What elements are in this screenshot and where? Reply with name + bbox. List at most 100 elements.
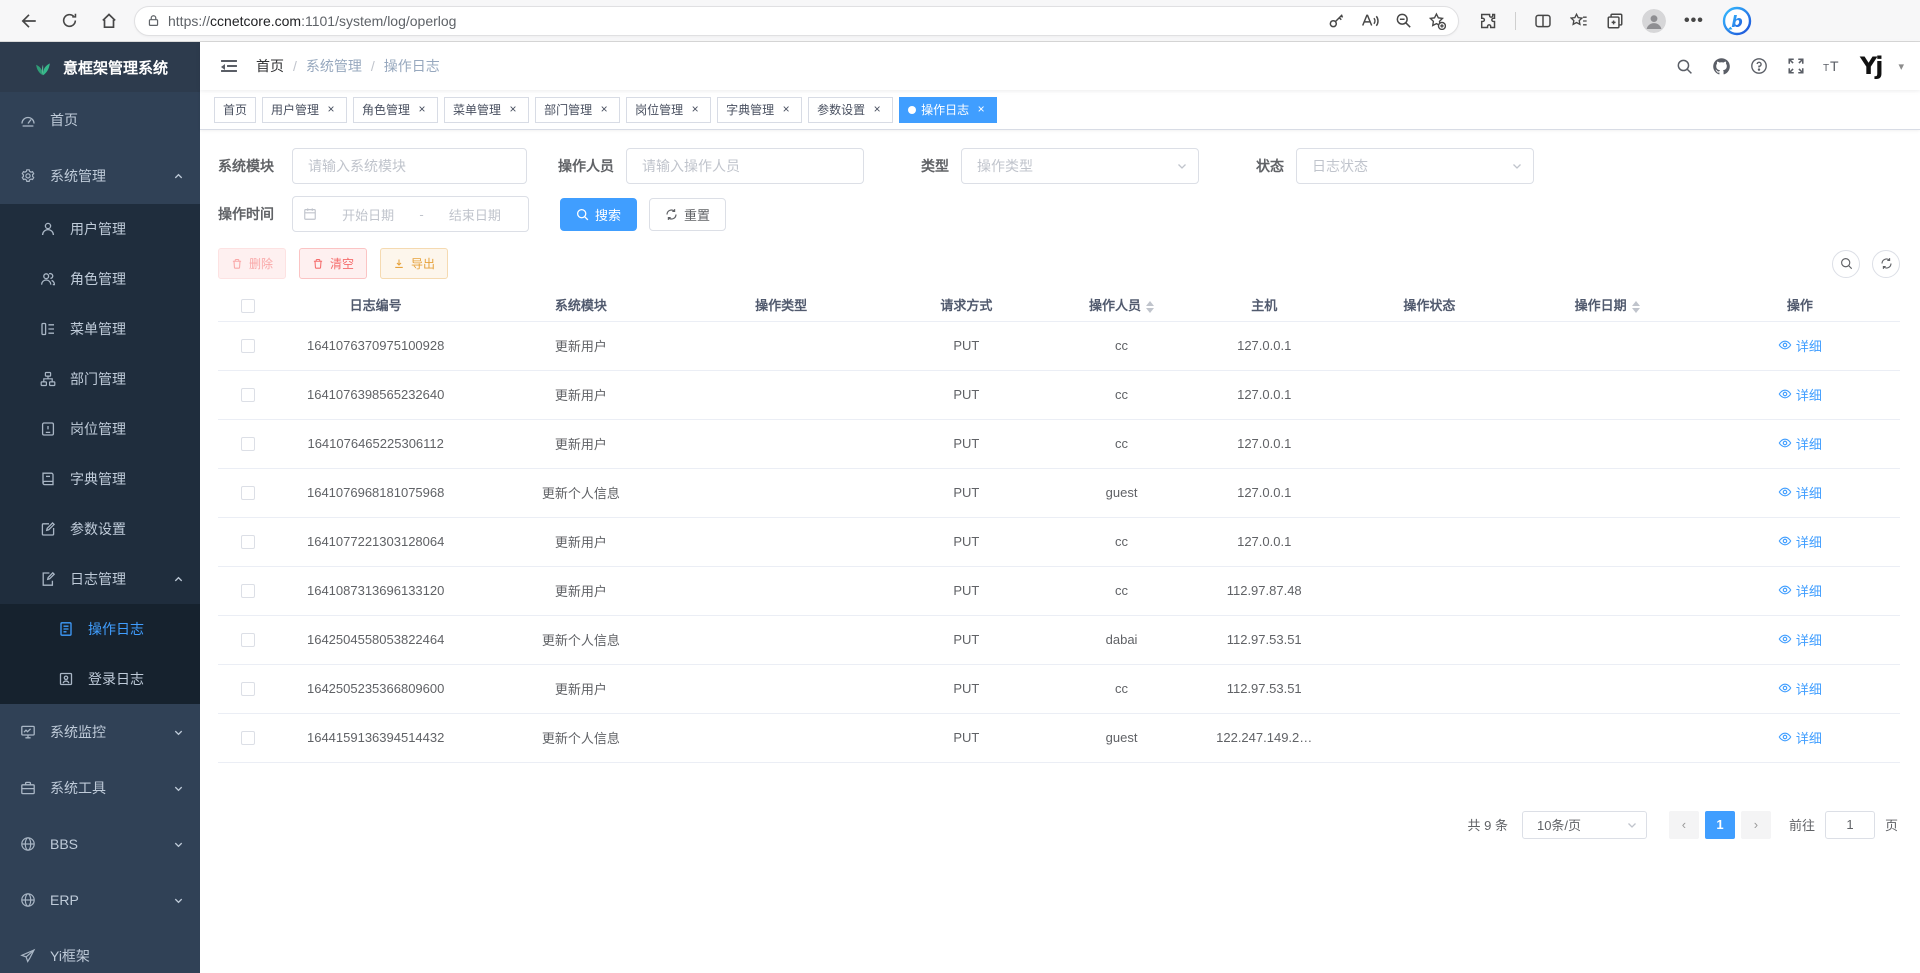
row-checkbox[interactable] <box>241 339 255 353</box>
sidebar-item-home[interactable]: 首页 <box>0 92 200 148</box>
module-input[interactable] <box>292 148 527 184</box>
tag-close-icon[interactable]: × <box>688 103 702 117</box>
sidebar-item-menu-mgmt[interactable]: 菜单管理 <box>0 304 200 354</box>
detail-link[interactable]: 详细 <box>1778 532 1822 551</box>
fullscreen-icon[interactable] <box>1786 56 1806 76</box>
row-checkbox[interactable] <box>241 682 255 696</box>
sidebar-item-role-mgmt[interactable]: 角色管理 <box>0 254 200 304</box>
row-checkbox[interactable] <box>241 633 255 647</box>
detail-link[interactable]: 详细 <box>1778 434 1822 453</box>
sidebar-item-dict-mgmt[interactable]: 字典管理 <box>0 454 200 504</box>
status-select[interactable]: 日志状态 <box>1296 148 1534 184</box>
sidebar-item-system[interactable]: 系统管理 <box>0 148 200 204</box>
detail-link[interactable]: 详细 <box>1778 630 1822 649</box>
browser-menu-icon[interactable]: ••• <box>1684 12 1704 30</box>
sidebar-item-tools[interactable]: 系统工具 <box>0 760 200 816</box>
sidebar-item-yi-framework[interactable]: Yi框架 <box>0 928 200 973</box>
row-checkbox[interactable] <box>241 388 255 402</box>
breadcrumb-system[interactable]: 系统管理 <box>306 56 362 76</box>
tag-item[interactable]: 首页 <box>214 97 256 123</box>
sort-caret-icon[interactable] <box>1632 301 1640 313</box>
tag-item[interactable]: 菜单管理 × <box>444 97 529 123</box>
font-size-icon[interactable]: TT <box>1823 56 1843 76</box>
tag-close-icon[interactable]: × <box>597 103 611 117</box>
show-search-toggle-icon[interactable] <box>1832 250 1860 278</box>
breadcrumb-home[interactable]: 首页 <box>256 56 284 76</box>
extensions-icon[interactable] <box>1479 12 1497 30</box>
type-select[interactable]: 操作类型 <box>961 148 1199 184</box>
user-logo-avatar[interactable]: Yj <box>1860 52 1882 80</box>
app-logo[interactable]: 意框架管理系统 <box>0 42 200 92</box>
tag-item[interactable]: 角色管理 × <box>353 97 438 123</box>
user-menu-caret-icon[interactable]: ▾ <box>1898 60 1904 73</box>
row-checkbox[interactable] <box>241 437 255 451</box>
reset-button[interactable]: 重置 <box>649 198 726 231</box>
sidebar-item-post-mgmt[interactable]: 岗位管理 <box>0 404 200 454</box>
tag-item[interactable]: 部门管理 × <box>535 97 620 123</box>
favorites-icon[interactable] <box>1570 12 1588 30</box>
row-checkbox[interactable] <box>241 535 255 549</box>
select-all-checkbox[interactable] <box>241 299 255 313</box>
browser-back-button[interactable] <box>14 6 44 36</box>
zoom-out-icon[interactable] <box>1395 12 1412 29</box>
detail-link[interactable]: 详细 <box>1778 581 1822 600</box>
row-checkbox[interactable] <box>241 584 255 598</box>
sidebar-item-login-log[interactable]: 登录日志 <box>0 654 200 704</box>
clear-button[interactable]: 清空 <box>299 248 367 279</box>
bing-chat-icon[interactable]: b <box>1722 6 1752 36</box>
next-page-button[interactable]: › <box>1741 811 1771 839</box>
tag-close-icon[interactable]: × <box>415 103 429 117</box>
tag-close-icon[interactable]: × <box>324 103 338 117</box>
detail-link[interactable]: 详细 <box>1778 483 1822 502</box>
password-key-icon[interactable] <box>1328 12 1345 29</box>
add-favorite-icon[interactable] <box>1428 12 1446 30</box>
sidebar-item-param-settings[interactable]: 参数设置 <box>0 504 200 554</box>
browser-refresh-button[interactable] <box>54 6 84 36</box>
sidebar-item-erp[interactable]: ERP <box>0 872 200 928</box>
refresh-table-icon[interactable] <box>1872 250 1900 278</box>
page-size-select[interactable]: 10条/页 <box>1522 811 1647 839</box>
tag-close-icon[interactable]: × <box>870 103 884 117</box>
tag-item[interactable]: 用户管理 × <box>262 97 347 123</box>
goto-page-input[interactable] <box>1825 811 1875 839</box>
sidebar-item-monitor[interactable]: 系统监控 <box>0 704 200 760</box>
browser-home-button[interactable] <box>94 6 124 36</box>
date-range-input[interactable]: 开始日期 - 结束日期 <box>292 196 529 232</box>
col-date[interactable]: 操作日期 <box>1514 289 1699 321</box>
row-checkbox[interactable] <box>241 731 255 745</box>
search-button[interactable]: 搜索 <box>560 198 637 231</box>
operator-input[interactable] <box>626 148 864 184</box>
help-icon[interactable] <box>1749 56 1769 76</box>
profile-avatar[interactable] <box>1642 9 1666 33</box>
read-aloud-icon[interactable] <box>1361 12 1379 30</box>
sidebar-toggle-icon[interactable] <box>216 53 242 79</box>
col-operator[interactable]: 操作人员 <box>1059 289 1184 321</box>
collections-icon[interactable] <box>1606 12 1624 30</box>
detail-link[interactable]: 详细 <box>1778 336 1822 355</box>
sidebar-item-log-mgmt[interactable]: 日志管理 <box>0 554 200 604</box>
tag-close-icon[interactable]: × <box>974 103 988 117</box>
tag-close-icon[interactable]: × <box>779 103 793 117</box>
sidebar-item-dept-mgmt[interactable]: 部门管理 <box>0 354 200 404</box>
detail-link[interactable]: 详细 <box>1778 385 1822 404</box>
github-icon[interactable] <box>1712 56 1732 76</box>
detail-link[interactable]: 详细 <box>1778 679 1822 698</box>
detail-link[interactable]: 详细 <box>1778 728 1822 747</box>
tag-item[interactable]: 岗位管理 × <box>626 97 711 123</box>
tag-item[interactable]: 参数设置 × <box>808 97 893 123</box>
header-search-icon[interactable] <box>1675 56 1695 76</box>
sidebar-item-user-mgmt[interactable]: 用户管理 <box>0 204 200 254</box>
sidebar-item-bbs[interactable]: BBS <box>0 816 200 872</box>
sort-caret-icon[interactable] <box>1146 301 1154 313</box>
tag-close-icon[interactable]: × <box>506 103 520 117</box>
prev-page-button[interactable]: ‹ <box>1669 811 1699 839</box>
delete-button[interactable]: 删除 <box>218 248 286 279</box>
split-screen-icon[interactable] <box>1534 12 1552 30</box>
current-page-button[interactable]: 1 <box>1705 811 1735 839</box>
export-button[interactable]: 导出 <box>380 248 448 279</box>
row-checkbox[interactable] <box>241 486 255 500</box>
address-bar[interactable]: https://ccnetcore.com:1101/system/log/op… <box>134 6 1459 36</box>
tag-item[interactable]: 操作日志 × <box>899 97 997 123</box>
tag-item[interactable]: 字典管理 × <box>717 97 802 123</box>
sidebar-item-operation-log[interactable]: 操作日志 <box>0 604 200 654</box>
